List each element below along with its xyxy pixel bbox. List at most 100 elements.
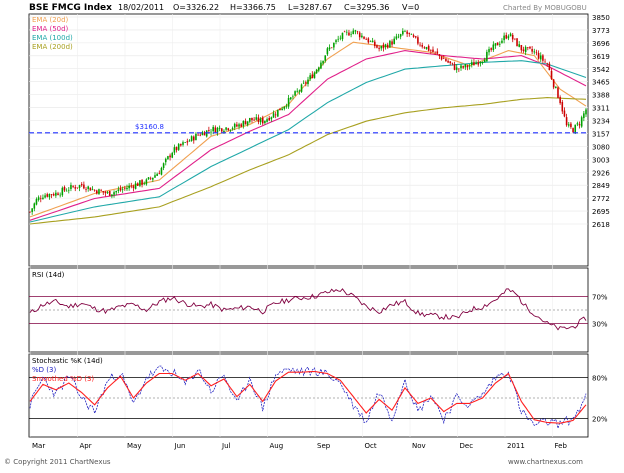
candle-body (300, 84, 303, 92)
open-value: O=3326.22 (173, 3, 219, 12)
candle-body (399, 34, 402, 37)
candle-body (246, 121, 249, 125)
candle-body (496, 42, 499, 46)
date-label: 18/02/2011 (118, 3, 164, 12)
candle-body (266, 119, 268, 122)
candle-body (382, 44, 385, 49)
candle-body (289, 97, 292, 100)
candle-body (100, 190, 102, 191)
candle-body (197, 134, 199, 136)
candle-body (218, 127, 221, 129)
candle-body (458, 68, 460, 70)
stochastic-tick-label: 80% (592, 375, 608, 383)
candle-body (574, 124, 577, 134)
candle-body (548, 63, 551, 71)
candle-body (479, 62, 482, 64)
x-tick-label: Sep (317, 442, 331, 450)
candle-body (111, 194, 113, 197)
candle-body (136, 183, 139, 186)
candle-body (190, 136, 193, 141)
candle-body (29, 211, 31, 213)
candle-body (231, 128, 234, 129)
candle-body (477, 62, 480, 65)
candle-body (367, 38, 370, 43)
candle-body (199, 134, 202, 136)
candle-body (397, 36, 400, 38)
candle-body (186, 141, 189, 143)
candle-body (434, 51, 436, 53)
candle-body (233, 123, 236, 128)
candle-body (371, 40, 374, 43)
candle-body (272, 113, 275, 118)
candle-body (253, 119, 255, 121)
candle-body (152, 177, 154, 180)
candle-body (98, 189, 100, 195)
x-tick-label: 2011 (507, 442, 525, 450)
candle-body (570, 123, 572, 128)
candle-body (490, 48, 492, 50)
candle-body (268, 117, 271, 121)
candle-body (343, 31, 346, 33)
candle-body (85, 189, 87, 190)
candle-body (238, 124, 240, 127)
candle-body (309, 75, 311, 79)
candle-body (369, 41, 372, 42)
candle-body (281, 108, 283, 111)
candle-body (119, 188, 122, 191)
candle-body (302, 82, 305, 84)
candle-body (414, 36, 417, 38)
candle-body (408, 32, 411, 34)
candle-body (156, 173, 158, 176)
candle-body (274, 114, 277, 116)
stochastic-tick-label: 20% (592, 415, 608, 423)
candle-body (421, 44, 424, 47)
candle-body (210, 131, 212, 133)
candle-body (277, 109, 279, 117)
candle-body (311, 74, 314, 79)
candle-body (507, 36, 510, 39)
candle-body (550, 70, 553, 80)
candle-body (195, 133, 197, 141)
candle-body (330, 47, 333, 49)
candle-body (126, 187, 128, 190)
candle-body (451, 62, 454, 64)
price-tick-label: 2772 (592, 195, 610, 203)
candle-body (279, 108, 281, 111)
stochastic-title: Stochastic %K (14d) (32, 357, 103, 365)
candle-body (249, 117, 251, 122)
x-tick-label: Jun (174, 442, 186, 450)
candle-body (59, 194, 61, 196)
candle-body (270, 117, 273, 120)
candle-body (384, 44, 387, 48)
candle-body (78, 185, 81, 188)
candle-body (395, 36, 398, 39)
candle-body (386, 44, 389, 48)
price-tick-label: 3542 (592, 66, 610, 74)
candle-body (520, 44, 523, 51)
candle-body (539, 55, 542, 60)
candle-body (104, 191, 107, 194)
candle-body (39, 198, 42, 200)
candle-body (87, 186, 89, 189)
price-tick-label: 3388 (592, 92, 610, 100)
candle-body (430, 50, 432, 51)
candle-body (294, 91, 296, 96)
candle-body (255, 117, 258, 120)
candle-body (518, 44, 520, 47)
candle-body (244, 121, 247, 125)
x-axis-ticks: Mar Apr May Jun Jul Aug Sep Oct Nov Dec 2011 Feb (32, 442, 567, 450)
candle-body (505, 35, 508, 39)
x-tick-label: Nov (412, 442, 426, 450)
candle-body (134, 183, 137, 189)
candle-body (322, 60, 324, 64)
x-tick-label: Dec (460, 442, 474, 450)
x-tick-label: Aug (270, 442, 284, 450)
website: www.chartnexus.com (508, 458, 583, 466)
candle-body (533, 51, 536, 53)
support-label: $3160.8 (135, 123, 164, 131)
candle-body (220, 128, 223, 132)
candle-body (44, 195, 46, 198)
price-tick-label: 3157 (592, 130, 610, 138)
candle-body (74, 187, 77, 189)
candle-body (361, 35, 363, 38)
